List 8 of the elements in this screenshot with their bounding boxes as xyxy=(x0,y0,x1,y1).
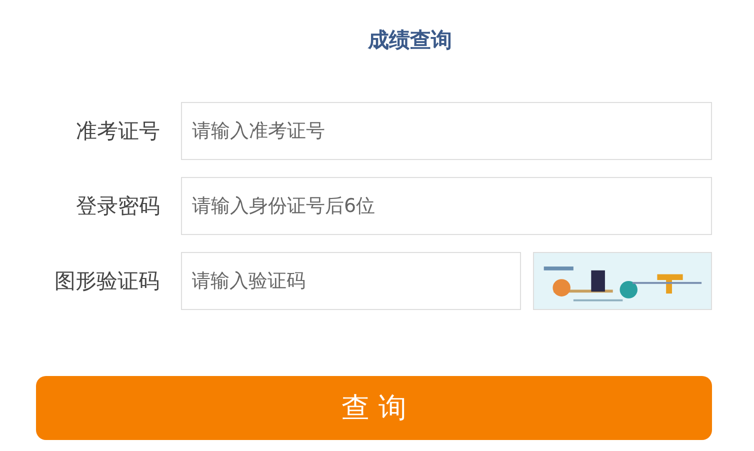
input-field[interactable]: 请输入准考证号 xyxy=(181,102,712,160)
field-label: 图形验证码 xyxy=(54,268,160,295)
field-label: 准考证号 xyxy=(75,118,160,145)
input-field[interactable]: 请输入验证码 xyxy=(180,252,521,310)
form-title: 成绩查询 xyxy=(366,27,453,54)
input-field[interactable]: 请输入身份证号后6位 xyxy=(181,177,712,235)
field-label: 登录密码 xyxy=(75,193,160,220)
submit-button[interactable]: 查 询 xyxy=(36,376,712,440)
